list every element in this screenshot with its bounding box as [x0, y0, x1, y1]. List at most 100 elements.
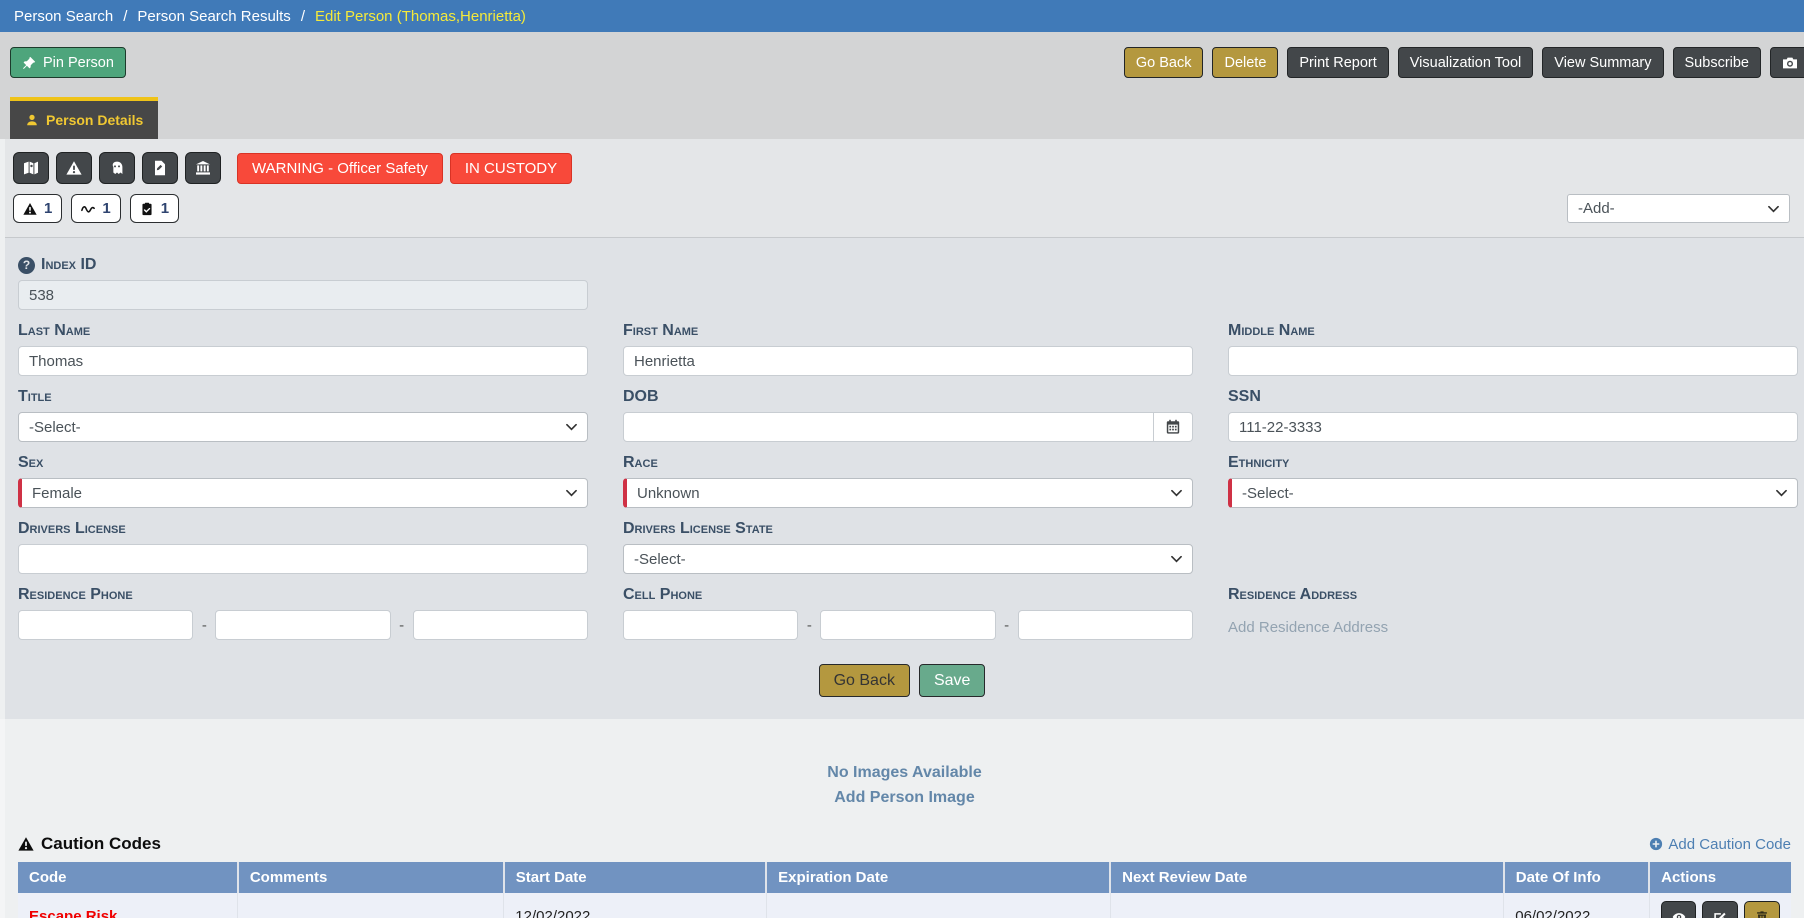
comments-cell [238, 893, 504, 918]
file-edit-icon [152, 160, 168, 176]
breadcrumb-link-person-search[interactable]: Person Search [14, 8, 113, 25]
start-date-cell: 12/02/2022 [504, 893, 766, 918]
view-summary-button[interactable]: View Summary [1542, 47, 1663, 78]
activity-count-badge[interactable]: 1 [71, 194, 120, 223]
warning-triangle-icon [66, 160, 82, 176]
first-name-label: First Name [623, 322, 1193, 340]
camera-button[interactable] [1770, 47, 1804, 78]
ssn-field[interactable] [1228, 412, 1798, 442]
add-residence-address-link[interactable]: Add Residence Address [1228, 619, 1388, 636]
form-go-back-button[interactable]: Go Back [819, 664, 910, 697]
caution-codes-header: Caution Codes Add Caution Code [5, 807, 1804, 862]
delete-caution-button[interactable] [1744, 901, 1780, 918]
edit-caution-button[interactable] [1702, 901, 1738, 918]
view-caution-button[interactable] [1661, 901, 1697, 918]
clipboard-count: 1 [161, 200, 169, 217]
add-person-image-link[interactable]: Add Person Image [834, 789, 974, 807]
tab-person-details[interactable]: Person Details [10, 97, 158, 139]
map-marked-icon [23, 160, 39, 176]
cell-phone-area-field[interactable] [623, 610, 798, 640]
chevron-down-icon [566, 423, 577, 431]
cell-phone-prefix-field[interactable] [820, 610, 995, 640]
chevron-down-icon [566, 489, 577, 497]
race-select[interactable]: Unknown [623, 478, 1193, 508]
person-details-panel: WARNING - Officer Safety IN CUSTODY 1 1 … [0, 139, 1804, 719]
count-badge-row: 1 1 1 -Add- [5, 184, 1804, 237]
activity-wave-icon [81, 202, 95, 216]
calendar-button[interactable] [1154, 412, 1193, 442]
drivers-license-field[interactable] [18, 544, 588, 574]
bank-button[interactable] [185, 152, 221, 184]
phone-dash: - [996, 617, 1018, 634]
title-label: Title [18, 388, 588, 406]
add-dropdown[interactable]: -Add- [1567, 194, 1790, 223]
alert-icon-row: WARNING - Officer Safety IN CUSTODY [5, 139, 1804, 184]
visualization-tool-button[interactable]: Visualization Tool [1398, 47, 1534, 78]
last-name-field[interactable] [18, 346, 588, 376]
middle-name-field[interactable] [1228, 346, 1798, 376]
residence-phone-prefix-field[interactable] [215, 610, 390, 640]
clipboard-count-badge[interactable]: 1 [130, 194, 179, 223]
column-header-next-review-date: Next Review Date [1110, 862, 1504, 893]
cell-phone-line-field[interactable] [1018, 610, 1193, 640]
warning-count: 1 [44, 200, 52, 217]
ethnicity-select-value: -Select- [1242, 485, 1294, 502]
title-select-value: -Select- [29, 419, 81, 436]
first-name-field[interactable] [623, 346, 1193, 376]
clipboard-check-icon [140, 202, 154, 216]
camera-icon [1782, 55, 1798, 71]
breadcrumb: Person Search / Person Search Results / … [0, 0, 1804, 32]
phone-dash: - [798, 617, 820, 634]
ethnicity-label: Ethnicity [1228, 454, 1798, 472]
help-icon[interactable]: ? [18, 257, 35, 274]
title-select[interactable]: -Select- [18, 412, 588, 442]
dob-field[interactable] [623, 412, 1154, 442]
residence-phone-line-field[interactable] [413, 610, 588, 640]
column-header-date-of-info: Date Of Info [1504, 862, 1649, 893]
column-header-expiration-date: Expiration Date [766, 862, 1110, 893]
add-caution-code-link[interactable]: Add Caution Code [1649, 836, 1791, 853]
cell-phone-label: Cell Phone [623, 586, 1193, 604]
plus-circle-icon [1649, 837, 1663, 851]
sex-select[interactable]: Female [18, 478, 588, 508]
drivers-license-state-select[interactable]: -Select- [623, 544, 1193, 574]
residence-phone-area-field[interactable] [18, 610, 193, 640]
activity-count: 1 [102, 200, 110, 217]
ghost-icon [109, 160, 125, 176]
toolbar-right: Go Back Delete Print Report Visualizatio… [1124, 47, 1804, 78]
index-id-field[interactable] [18, 280, 588, 310]
next-review-date-cell [1110, 893, 1504, 918]
chevron-down-icon [1768, 205, 1779, 213]
index-id-label: ? Index ID [18, 256, 588, 274]
go-back-button[interactable]: Go Back [1124, 47, 1204, 78]
breadcrumb-link-person-search-results[interactable]: Person Search Results [137, 8, 290, 25]
warning-count-badge[interactable]: 1 [13, 194, 62, 223]
chevron-down-icon [1171, 489, 1182, 497]
delete-button[interactable]: Delete [1212, 47, 1278, 78]
last-name-label: Last Name [18, 322, 588, 340]
form-save-button[interactable]: Save [919, 664, 985, 697]
table-row: Escape Risk 12/02/2022 06/02/2022 [18, 893, 1791, 918]
warning-button[interactable] [56, 152, 92, 184]
eye-icon [1672, 910, 1686, 918]
caution-codes-title: Caution Codes [18, 834, 161, 854]
column-header-start-date: Start Date [504, 862, 766, 893]
subscribe-button[interactable]: Subscribe [1673, 47, 1761, 78]
ethnicity-select[interactable]: -Select- [1228, 478, 1798, 508]
column-header-comments: Comments [238, 862, 504, 893]
drivers-license-label: Drivers License [18, 520, 588, 538]
ghost-button[interactable] [99, 152, 135, 184]
warning-triangle-icon [23, 202, 37, 216]
pushpin-icon [22, 56, 36, 70]
breadcrumb-current-page: Edit Person (Thomas,Henrietta) [315, 8, 526, 25]
trash-icon [1755, 910, 1769, 918]
caution-code-link[interactable]: Escape Risk [29, 908, 117, 918]
drivers-license-state-value: -Select- [634, 551, 686, 568]
sex-label: Sex [18, 454, 588, 472]
in-custody-badge: IN CUSTODY [450, 153, 572, 184]
print-report-button[interactable]: Print Report [1287, 47, 1388, 78]
map-button[interactable] [13, 152, 49, 184]
document-button[interactable] [142, 152, 178, 184]
pin-person-button[interactable]: Pin Person [10, 47, 126, 78]
breadcrumb-separator: / [123, 8, 127, 25]
